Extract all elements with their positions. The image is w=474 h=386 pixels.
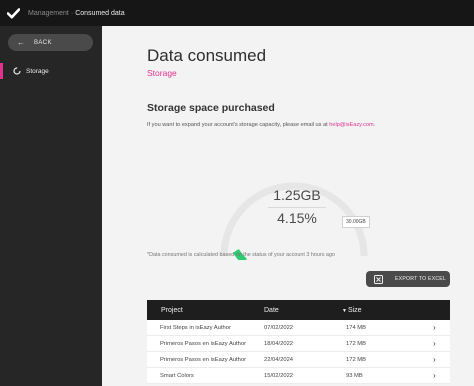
row-size: 172 MB [346, 357, 366, 363]
row-date: 22/04/2024 [264, 357, 294, 363]
breadcrumb-current: Consumed data [75, 9, 125, 17]
row-date: 18/04/2022 [264, 341, 294, 347]
table-row[interactable]: First Steps in isEazy Author 07/02/2022 … [147, 320, 450, 336]
projects-table: Project Date ▼Size First Steps in isEazy… [147, 300, 450, 384]
sidebar-item-label: Storage [26, 67, 49, 75]
table-header: Project Date ▼Size [147, 300, 450, 320]
chevron-right-icon[interactable]: › [433, 339, 436, 348]
row-project: First Steps in isEazy Author [160, 325, 231, 331]
row-project: Primeros Pasos en isEazy Author [160, 341, 247, 347]
caret-down-icon: ▼ [342, 307, 347, 314]
chevron-right-icon[interactable]: › [433, 323, 436, 332]
gauge-max-label: 30.00GB [342, 216, 370, 228]
row-size: 174 MB [346, 325, 366, 331]
table-row[interactable]: Primeros Pasos en isEazy Author 18/04/20… [147, 336, 450, 352]
column-header-date[interactable]: Date [264, 307, 279, 314]
column-header-size[interactable]: ▼Size [342, 307, 362, 314]
gauge-footnote: *Data consumed is calculated based on th… [147, 252, 335, 258]
row-date: 07/02/2022 [264, 325, 294, 331]
back-button-label: BACK [34, 39, 52, 46]
page-subtitle: Storage [147, 68, 177, 78]
breadcrumb-management[interactable]: Management [28, 10, 69, 17]
gauge-used-value: 1.25GB [273, 187, 321, 203]
row-project: Smart Colors [160, 373, 194, 379]
row-size: 93 MB [346, 373, 363, 379]
main-content: Data consumed Storage Storage space purc… [102, 26, 474, 386]
column-header-size-label: Size [347, 306, 362, 314]
arrow-left-icon: ← [17, 37, 25, 47]
sidebar-item-storage[interactable]: Storage [0, 62, 102, 80]
top-bar: Management · Consumed data [0, 0, 474, 26]
column-header-project[interactable]: Project [161, 307, 183, 314]
breadcrumb-separator: · [70, 9, 74, 17]
active-indicator [0, 63, 3, 79]
section-description-text: If you want to expand your account's sto… [147, 122, 330, 128]
section-description-end: . [373, 122, 376, 128]
sidebar: ← BACK Storage [0, 26, 102, 386]
gauge-divider [268, 207, 326, 208]
ring-icon [13, 67, 21, 75]
chevron-right-icon[interactable]: › [433, 371, 436, 380]
back-button[interactable]: ← BACK [8, 34, 93, 51]
section-description: If you want to expand your account's sto… [147, 122, 375, 128]
row-date: 15/02/2022 [264, 373, 294, 379]
breadcrumb: Management · Consumed data [28, 10, 125, 17]
row-size: 172 MB [346, 341, 366, 347]
checkmark-logo-icon[interactable] [0, 0, 26, 26]
excel-icon [374, 274, 383, 284]
export-button-label: EXPORT TO EXCEL [395, 276, 447, 282]
table-row[interactable]: Primeros Pasos en isEazy Author 22/04/20… [147, 352, 450, 368]
gauge-percent-value: 4.15% [277, 210, 317, 226]
support-email-link[interactable]: help@isEazy.com [329, 122, 373, 128]
page-title: Data consumed [147, 46, 267, 65]
section-title: Storage space purchased [147, 102, 275, 114]
table-row[interactable]: Smart Colors 15/02/2022 93 MB › [147, 368, 450, 384]
chevron-right-icon[interactable]: › [433, 355, 436, 364]
row-project: Primeros Pasos en isEazy Author [160, 357, 247, 363]
export-excel-button[interactable]: EXPORT TO EXCEL [366, 271, 450, 287]
